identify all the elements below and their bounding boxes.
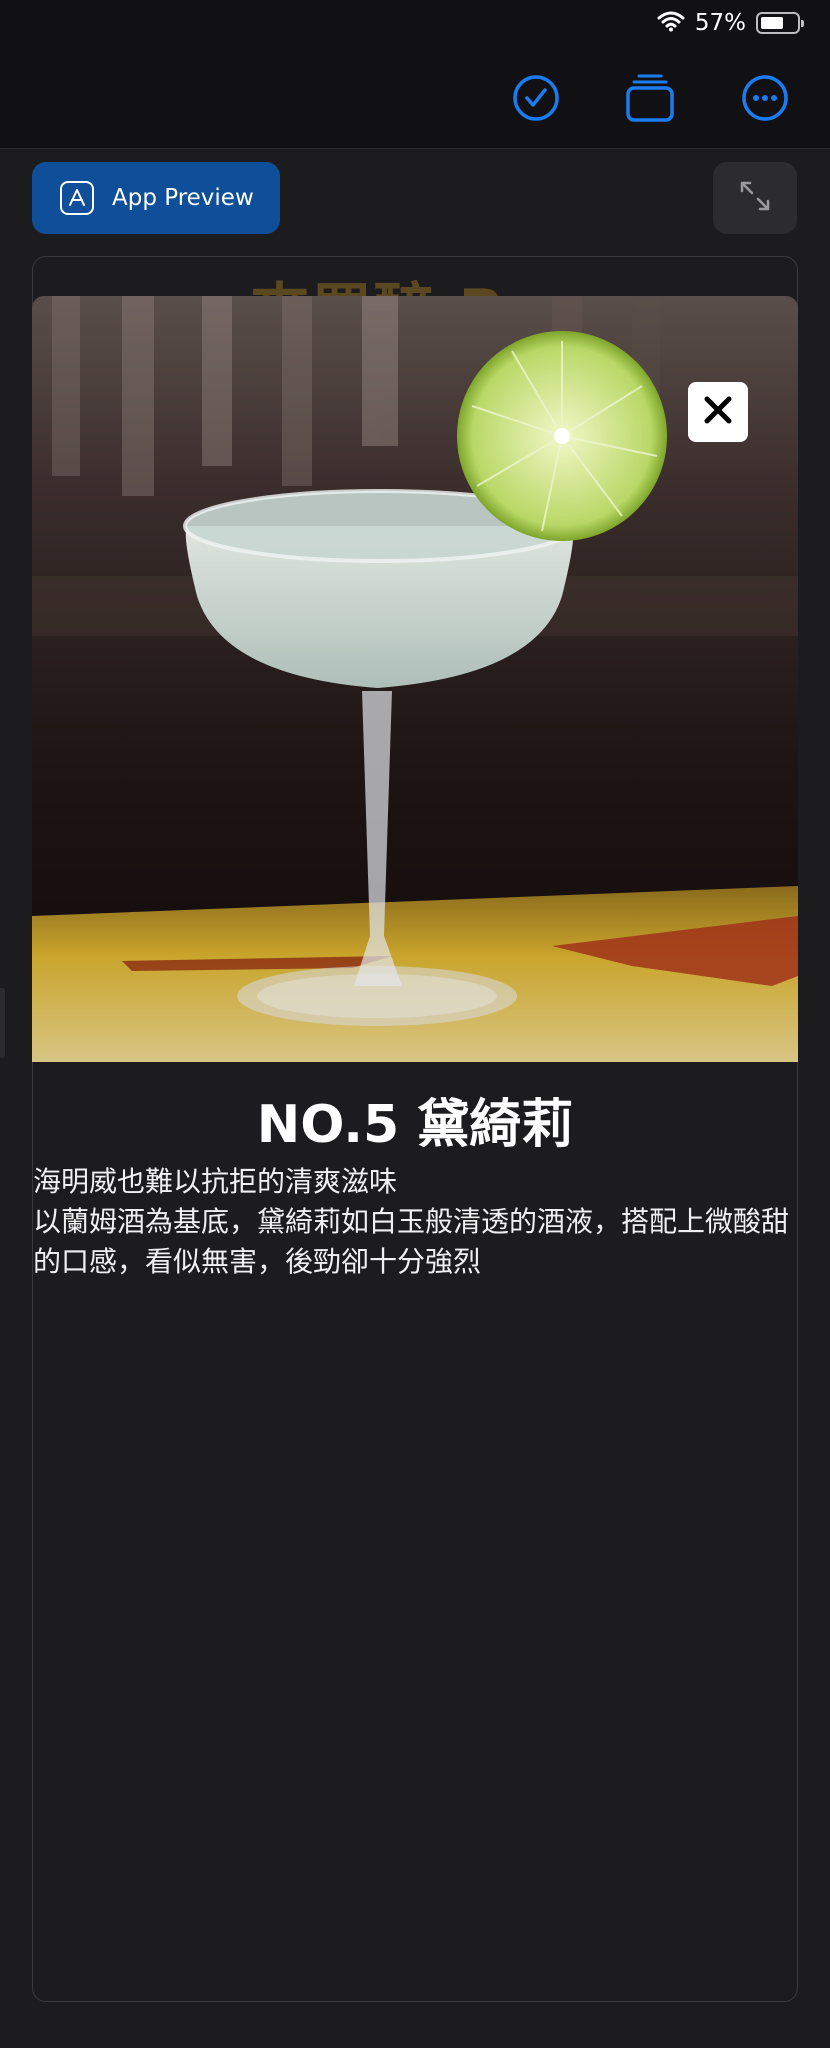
checkmark-circle-icon[interactable] bbox=[508, 70, 564, 126]
drink-title: NO.5 黛綺莉 bbox=[256, 1095, 574, 1155]
drink-description: 海明威也難以抗拒的清爽滋味 以蘭姆酒為基底，黛綺莉如白玉般清透的酒液，搭配上微酸… bbox=[33, 1162, 799, 1282]
more-circle-icon[interactable] bbox=[737, 70, 793, 126]
layers-icon[interactable] bbox=[622, 70, 678, 126]
close-icon bbox=[703, 395, 733, 429]
app-store-icon bbox=[60, 181, 94, 215]
wifi-icon bbox=[657, 10, 685, 36]
side-handle[interactable] bbox=[0, 988, 5, 1058]
expand-icon bbox=[738, 179, 772, 217]
cocktail-photo bbox=[32, 296, 798, 1062]
status-right: 57% bbox=[657, 10, 804, 36]
app-preview-label: App Preview bbox=[112, 185, 254, 211]
battery-percent: 57% bbox=[694, 10, 746, 36]
status-bar: 57% bbox=[0, 0, 830, 48]
app-preview-button[interactable]: App Preview bbox=[32, 162, 280, 234]
battery-icon bbox=[756, 12, 804, 34]
drink-detail: 以蘭姆酒為基底，黛綺莉如白玉般清透的酒液，搭配上微酸甜的口感，看似無害，後勁卻十… bbox=[33, 1205, 790, 1278]
top-toolbar bbox=[0, 48, 830, 149]
drink-tagline: 海明威也難以抗拒的清爽滋味 bbox=[33, 1165, 398, 1198]
expand-button[interactable] bbox=[713, 162, 797, 234]
close-button[interactable] bbox=[688, 382, 748, 442]
